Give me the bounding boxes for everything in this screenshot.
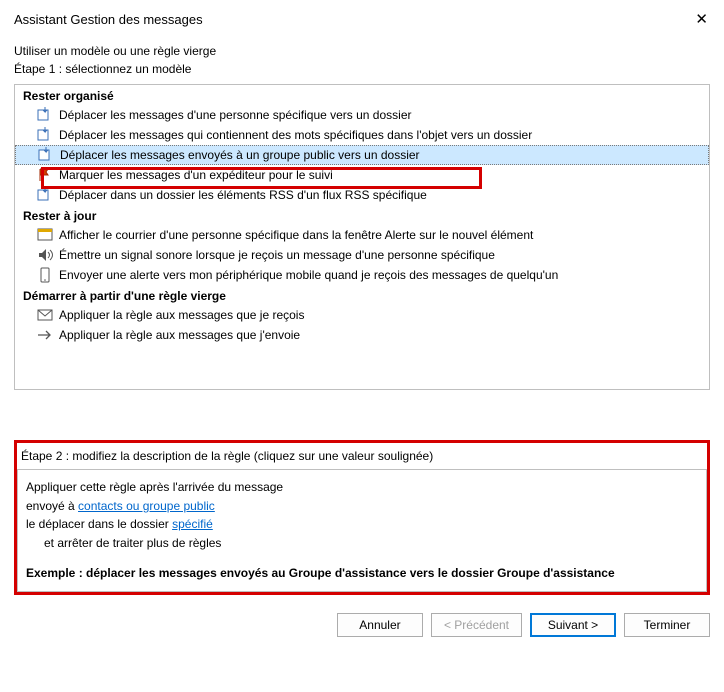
rule-item-apply-send[interactable]: Appliquer la règle aux messages que j'en…	[15, 325, 709, 345]
move-folder-icon	[37, 127, 53, 143]
rule-item-move-words[interactable]: Déplacer les messages qui contiennent de…	[15, 125, 709, 145]
step2-label: Étape 2 : modifiez la description de la …	[17, 443, 707, 469]
rule-label: Envoyer une alerte vers mon périphérique…	[59, 268, 558, 282]
rule-label: Déplacer les messages d'une personne spé…	[59, 108, 412, 122]
rule-item-mobile[interactable]: Envoyer une alerte vers mon périphérique…	[15, 265, 709, 285]
section-uptodate-head: Rester à jour	[15, 205, 709, 225]
desc-line1: Appliquer cette règle après l'arrivée du…	[26, 478, 698, 497]
desc-line4: et arrêter de traiter plus de règles	[26, 534, 698, 553]
desc-example: Exemple : déplacer les messages envoyés …	[26, 564, 698, 583]
send-arrow-icon	[37, 327, 53, 343]
mobile-icon	[37, 267, 53, 283]
rule-item-move-rss[interactable]: Déplacer dans un dossier les éléments RS…	[15, 185, 709, 205]
annotation-highlight-step2: Étape 2 : modifiez la description de la …	[14, 440, 710, 595]
alert-window-icon	[37, 227, 53, 243]
rule-item-sound[interactable]: Émettre un signal sonore lorsque je reço…	[15, 245, 709, 265]
rule-label: Déplacer les messages envoyés à un group…	[60, 148, 420, 162]
section-organised-head: Rester organisé	[15, 85, 709, 105]
rule-item-move-group[interactable]: Déplacer les messages envoyés à un group…	[15, 145, 709, 165]
desc-line2: envoyé à contacts ou groupe public	[26, 497, 698, 516]
rule-label: Émettre un signal sonore lorsque je reço…	[59, 248, 495, 262]
window-title: Assistant Gestion des messages	[14, 12, 203, 27]
rule-label: Appliquer la règle aux messages que je r…	[59, 308, 304, 322]
rule-item-flag-sender[interactable]: Marquer les messages d'un expéditeur pou…	[15, 165, 709, 185]
move-folder-icon	[38, 147, 54, 163]
section-blank-head: Démarrer à partir d'une règle vierge	[15, 285, 709, 305]
rule-label: Déplacer dans un dossier les éléments RS…	[59, 188, 427, 202]
intro-line2: Étape 1 : sélectionnez un modèle	[14, 60, 710, 78]
move-folder-icon	[37, 187, 53, 203]
rule-label: Afficher le courrier d'une personne spéc…	[59, 228, 533, 242]
move-folder-icon	[37, 107, 53, 123]
rule-label: Appliquer la règle aux messages que j'en…	[59, 328, 300, 342]
cancel-button[interactable]: Annuler	[337, 613, 423, 637]
intro-block: Utiliser un modèle ou une règle vierge É…	[0, 36, 724, 78]
back-button[interactable]: < Précédent	[431, 613, 522, 637]
step1-template-list: Rester organisé Déplacer les messages d'…	[14, 84, 710, 390]
envelope-icon	[37, 307, 53, 323]
flag-icon	[37, 167, 53, 183]
desc-line3: le déplacer dans le dossier spécifié	[26, 515, 698, 534]
rule-item-alert-window[interactable]: Afficher le courrier d'une personne spéc…	[15, 225, 709, 245]
finish-button[interactable]: Terminer	[624, 613, 710, 637]
next-button[interactable]: Suivant >	[530, 613, 616, 637]
rule-label: Marquer les messages d'un expéditeur pou…	[59, 168, 333, 182]
title-bar: Assistant Gestion des messages ✕	[0, 0, 724, 36]
rule-item-move-person[interactable]: Déplacer les messages d'une personne spé…	[15, 105, 709, 125]
link-specified-folder[interactable]: spécifié	[172, 517, 213, 531]
step2-description-box: Appliquer cette règle après l'arrivée du…	[17, 469, 707, 592]
rule-item-apply-receive[interactable]: Appliquer la règle aux messages que je r…	[15, 305, 709, 325]
rule-label: Déplacer les messages qui contiennent de…	[59, 128, 532, 142]
intro-line1: Utiliser un modèle ou une règle vierge	[14, 42, 710, 60]
close-icon[interactable]: ✕	[689, 8, 714, 30]
sound-icon	[37, 247, 53, 263]
link-contacts-group[interactable]: contacts ou groupe public	[78, 499, 215, 513]
dialog-button-row: Annuler < Précédent Suivant > Terminer	[0, 595, 724, 637]
